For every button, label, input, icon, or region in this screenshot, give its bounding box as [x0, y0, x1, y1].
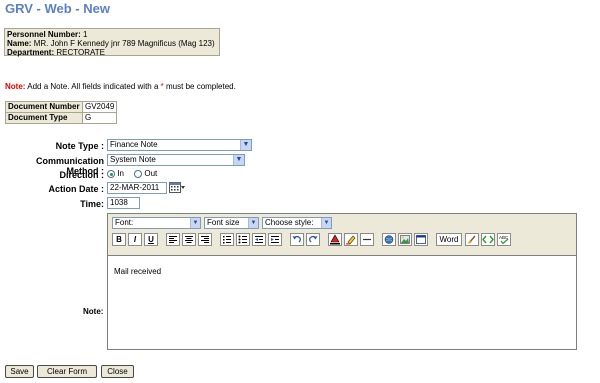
- personnel-department-row: Department: RECTORATE: [7, 48, 217, 57]
- personnel-number-row: Personnel Number: 1: [7, 30, 217, 39]
- clean-format-icon[interactable]: [465, 233, 479, 246]
- chevron-down-icon: ▼: [321, 218, 331, 228]
- underline-button[interactable]: U: [144, 233, 158, 246]
- indent-icon[interactable]: [268, 233, 282, 246]
- editor-toolbar-buttons: B I U Word ABC: [112, 233, 572, 247]
- note-type-select[interactable]: Finance Note ▼: [107, 139, 252, 151]
- calendar-icon[interactable]: [169, 182, 185, 193]
- close-button[interactable]: Close: [101, 365, 134, 378]
- bold-button[interactable]: B: [112, 233, 126, 246]
- document-type-value: G: [81, 112, 118, 124]
- document-number-label: Document Number: [5, 101, 83, 113]
- instruction-note-text: Add a Note. All fields indicated with a: [27, 82, 159, 91]
- personnel-name-label: Name:: [7, 39, 32, 48]
- required-star: *: [160, 82, 164, 91]
- chevron-down-icon: ▼: [248, 218, 258, 228]
- font-size-value: Font size: [207, 218, 240, 227]
- personnel-number-label: Personnel Number:: [7, 30, 81, 39]
- personnel-name-row: Name: MR. John F Kennedy jnr 789 Magnifi…: [7, 39, 217, 48]
- align-right-icon[interactable]: [198, 233, 212, 246]
- document-type-row: Document Type G: [5, 112, 118, 124]
- chevron-down-icon: ▼: [240, 140, 251, 150]
- style-select-value: Choose style:: [265, 218, 314, 227]
- comm-method-select[interactable]: System Note ▼: [107, 154, 245, 166]
- chevron-down-icon: ▼: [233, 155, 244, 165]
- spellcheck-icon[interactable]: ABC: [497, 233, 511, 246]
- document-number-row: Document Number GV2049: [5, 101, 118, 113]
- undo-icon[interactable]: [290, 233, 304, 246]
- document-type-label: Document Type: [5, 112, 83, 124]
- text-color-icon[interactable]: [328, 233, 342, 246]
- insert-image-icon[interactable]: [398, 233, 412, 246]
- instruction-note-text-end: must be completed.: [166, 82, 236, 91]
- instruction-note-prefix: Note:: [5, 82, 26, 91]
- outdent-icon[interactable]: [252, 233, 266, 246]
- comm-method-value: System Note: [110, 155, 156, 164]
- direction-label: Direction :: [59, 170, 104, 180]
- align-left-icon[interactable]: [166, 233, 180, 246]
- redo-icon[interactable]: [306, 233, 320, 246]
- chevron-down-icon: ▼: [190, 218, 200, 228]
- html-source-icon[interactable]: [481, 233, 495, 246]
- font-select-value: Font:: [115, 218, 134, 227]
- personnel-department-value: RECTORATE: [56, 48, 105, 57]
- clear-form-button[interactable]: Clear Form: [37, 365, 97, 378]
- insert-table-icon[interactable]: [414, 233, 428, 246]
- highlight-icon[interactable]: [344, 233, 358, 246]
- note-content: Mail received: [114, 267, 162, 276]
- note-editor-area[interactable]: Mail received: [108, 255, 576, 349]
- instruction-note: Note: Add a Note. All fields indicated w…: [5, 82, 236, 91]
- horizontal-rule-icon[interactable]: [360, 233, 374, 246]
- direction-out-label: Out: [144, 169, 158, 178]
- time-label: Time:: [80, 199, 104, 209]
- document-number-value: GV2049: [81, 101, 118, 113]
- action-date-label: Action Date :: [48, 184, 104, 194]
- bullet-list-icon[interactable]: [236, 233, 250, 246]
- time-input[interactable]: 1038: [107, 197, 140, 209]
- insert-link-icon[interactable]: [382, 233, 396, 246]
- note-label: Note:: [83, 307, 104, 316]
- note-type-value: Finance Note: [110, 140, 158, 149]
- personnel-name-value: MR. John F Kennedy jnr 789 Magnificus (M…: [33, 39, 215, 48]
- direction-radio-group: In Out: [107, 169, 157, 178]
- personnel-department-label: Department:: [7, 48, 55, 57]
- page-title: GRV - Web - New: [5, 1, 110, 16]
- editor-toolbar-selects: Font: ▼ Font size ▼ Choose style: ▼: [112, 217, 572, 231]
- personnel-info-box: Personnel Number: 1 Name: MR. John F Ken…: [4, 28, 220, 57]
- numbered-list-icon[interactable]: [220, 233, 234, 246]
- direction-in-label: In: [117, 169, 124, 178]
- style-select[interactable]: Choose style: ▼: [262, 217, 332, 229]
- italic-button[interactable]: I: [128, 233, 142, 246]
- direction-in-radio[interactable]: [107, 169, 115, 178]
- paste-from-word-button[interactable]: Word: [436, 233, 462, 246]
- rich-text-editor: Font: ▼ Font size ▼ Choose style: ▼ B I …: [107, 213, 577, 350]
- personnel-number-value: 1: [83, 30, 88, 39]
- action-date-input[interactable]: 22-MAR-2011: [107, 182, 167, 194]
- document-info-table: Document Number GV2049 Document Type G: [5, 101, 118, 124]
- save-button[interactable]: Save: [5, 365, 34, 378]
- font-select[interactable]: Font: ▼: [112, 217, 201, 229]
- font-size-select[interactable]: Font size ▼: [204, 217, 259, 229]
- note-type-label: Note Type :: [55, 141, 104, 151]
- align-center-icon[interactable]: [182, 233, 196, 246]
- direction-out-radio[interactable]: [134, 169, 143, 178]
